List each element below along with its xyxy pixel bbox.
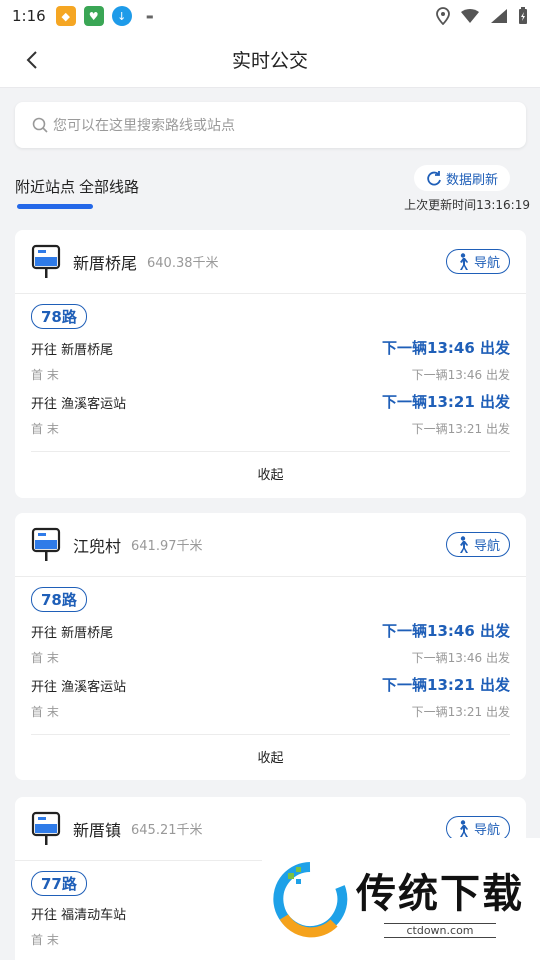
next-bus-time: 下一辆13:21 出发 [382,676,510,694]
download-icon: ↓ [111,6,132,26]
search-icon [32,117,48,133]
direction-subrow: 首 末 下一辆13:46 出发 [31,649,510,666]
direction-subrow: 首 末 下一辆13:21 出发 [31,420,510,437]
watermark-url: ctdown.com [384,922,496,938]
stop-header: 新厝桥尾 640.38千米 导航 [15,230,526,294]
tab-all-routes[interactable]: 全部线路 [79,176,139,207]
bus-stop-icon [31,527,61,561]
location-icon [436,7,450,25]
walking-person-icon [459,535,468,553]
next-bus-time: 下一辆13:46 出发 [382,339,510,357]
next-bus-subtime: 下一辆13:46 出发 [411,651,510,665]
next-bus-time: 下一辆13:46 出发 [382,622,510,640]
wifi-icon [461,9,479,23]
refresh-button[interactable]: 数据刷新 [414,165,510,191]
refresh-label: 数据刷新 [445,172,498,188]
stop-name: 新厝桥尾 [73,253,138,273]
direction-destination: 开往 渔溪客运站 [31,680,127,695]
status-bar: 1:16 ◆ ♥ ↓ ▬ [0,0,540,32]
chevron-left-icon [26,51,37,69]
stop-name: 江兜村 [73,536,122,556]
stop-card: 江兜村 641.97千米 导航 78路 开往 新厝桥尾 下一辆13:46 出发 … [15,513,526,780]
first-last-label: 首 末 [31,705,59,719]
stop-header: 江兜村 641.97千米 导航 [15,513,526,577]
walking-person-icon [459,819,468,837]
nav-bar: 实时公交 [0,32,540,88]
first-last-label: 首 末 [31,422,59,436]
refresh-icon [427,171,441,186]
direction-subrow: 首 末 下一辆13:21 出发 [31,703,510,720]
last-update-time: 上次更新时间13:16:19 [404,198,530,212]
navigate-label: 导航 [473,256,500,271]
walking-person-icon [459,252,468,270]
collapse-button[interactable]: 收起 [31,451,510,495]
search-input[interactable]: 您可以在这里搜索路线或站点 [15,102,526,148]
watermark-title: 传统下载 [356,870,524,917]
signal-icon [491,9,507,23]
direction-row: 开往 渔溪客运站 下一辆13:21 出发 [31,674,510,695]
navigate-button[interactable]: 导航 [446,249,510,274]
small-app-icon: ▬ [145,11,154,21]
app-notification-icon: ◆ [55,6,76,26]
direction-destination: 开往 新厝桥尾 [31,343,114,358]
watermark-text: 传统下载 ctdown.com [356,861,524,938]
route-section: 78路 开往 新厝桥尾 下一辆13:46 出发 首 末 下一辆13:46 出发 … [15,294,526,437]
first-last-label: 首 末 [31,933,59,947]
first-last-label: 首 末 [31,368,59,382]
stop-distance: 640.38千米 [147,256,219,271]
next-bus-subtime: 下一辆13:46 出发 [411,368,510,382]
watermark-logo-icon [273,862,348,938]
shield-app-icon: ♥ [83,6,104,26]
stop-name: 新厝镇 [73,820,122,840]
direction-row: 开往 新厝桥尾 下一辆13:46 出发 [31,620,510,641]
route-section: 78路 开往 新厝桥尾 下一辆13:46 出发 首 末 下一辆13:46 出发 … [15,577,526,720]
next-bus-time: 下一辆13:21 出发 [382,393,510,411]
direction-destination: 开往 渔溪客运站 [31,397,127,412]
tab-bar: 附近站点 全部线路 [15,176,139,209]
collapse-button[interactable]: 收起 [31,734,510,778]
next-bus-subtime: 下一辆13:21 出发 [411,705,510,719]
stop-card: 新厝桥尾 640.38千米 导航 78路 开往 新厝桥尾 下一辆13:46 出发… [15,230,526,498]
status-time: 1:16 [12,7,46,25]
route-badge[interactable]: 78路 [31,304,87,329]
route-badge[interactable]: 78路 [31,587,87,612]
search-placeholder: 您可以在这里搜索路线或站点 [53,118,235,134]
direction-row: 开往 渔溪客运站 下一辆13:21 出发 [31,391,510,412]
page-title: 实时公交 [231,50,308,72]
navigate-label: 导航 [473,539,500,554]
navigate-button[interactable]: 导航 [446,532,510,557]
direction-destination: 开往 福清动车站 [31,908,127,923]
stop-distance: 641.97千米 [131,539,203,554]
bus-stop-icon [31,811,61,845]
first-last-label: 首 末 [31,651,59,665]
tab-nearby-stops[interactable]: 附近站点 [15,176,94,209]
stop-distance: 645.21千米 [131,823,203,838]
battery-icon [519,7,527,24]
next-bus-subtime: 下一辆13:21 出发 [411,422,510,436]
direction-subrow: 首 末 下一辆13:46 出发 [31,366,510,383]
bus-stop-icon [31,244,61,278]
direction-row: 开往 新厝桥尾 下一辆13:46 出发 [31,337,510,358]
back-button[interactable] [18,46,46,74]
direction-destination: 开往 新厝桥尾 [31,626,114,641]
watermark-banner: 传统下载 ctdown.com [262,838,540,960]
route-badge[interactable]: 77路 [31,871,87,896]
navigate-label: 导航 [473,823,500,838]
